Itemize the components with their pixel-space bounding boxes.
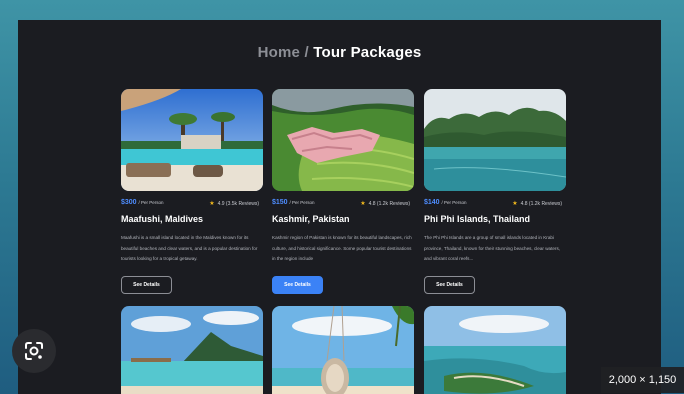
tour-photo-beach-swing [272,306,414,394]
tour-description: Kashmir region of Pakistan is known for … [272,235,412,261]
price-value: $140 [424,199,440,206]
price: $300 / Per Person [121,199,164,206]
rating-text: 4.8 (1.2k Reviews) [520,201,562,207]
tour-photo-kashmir [272,89,414,191]
tour-photo-bora-bora [121,306,263,394]
tour-name: Kashmir, Pakistan [272,214,350,224]
price-value: $300 [121,199,137,206]
image-dimensions-badge: 2,000 × 1,150 [601,367,684,393]
price-unit: / Per Person [289,200,315,205]
card-meta: $140 / Per Person ★ 4.8 (1.2k Reviews) [424,199,566,211]
tour-card-maafushi: $300 / Per Person ★ 4.9 (3.5k Reviews) Ma… [121,89,263,294]
card-meta: $300 / Per Person ★ 4.9 (3.5k Reviews) [121,199,263,211]
google-lens-icon[interactable] [12,329,56,373]
breadcrumb-home[interactable]: Home [258,44,300,61]
tour-photo-maafushi [121,89,263,191]
rating: ★ 4.8 (1.2k Reviews) [512,200,562,207]
price: $140 / Per Person [424,199,467,206]
price-unit: / Per Person [138,200,164,205]
price: $150 / Per Person [272,199,315,206]
tour-description: The Phi Phi Islands are a group of small… [424,235,561,261]
see-details-button[interactable]: See Details [424,276,475,294]
star-icon: ★ [209,201,215,207]
rating: ★ 4.9 (3.5k Reviews) [209,200,259,207]
star-icon: ★ [360,201,366,207]
breadcrumb-separator: / [304,44,309,61]
tour-name: Phi Phi Islands, Thailand [424,214,531,224]
rating: ★ 4.8 (1.2k Reviews) [360,200,410,207]
see-details-button[interactable]: See Details [121,276,172,294]
price-value: $150 [272,199,288,206]
star-icon: ★ [512,201,518,207]
page-title: Home / Tour Packages [18,44,661,61]
price-unit: / Per Person [441,200,467,205]
card-meta: $150 / Per Person ★ 4.8 (1.2k Reviews) [272,199,414,211]
tour-description: Maafushi is a small island located in th… [121,235,258,261]
tour-card-kashmir: $150 / Per Person ★ 4.8 (1.2k Reviews) Ka… [272,89,414,294]
breadcrumb-current: Tour Packages [313,44,422,61]
tour-packages-section: Home / Tour Packages $300 / Per Person ★… [18,20,661,394]
tour-photo-phi-phi [424,89,566,191]
rating-text: 4.8 (1.2k Reviews) [368,201,410,207]
tour-card-phi-phi: $140 / Per Person ★ 4.8 (1.2k Reviews) Ph… [424,89,566,294]
tour-name: Maafushi, Maldives [121,214,204,224]
see-details-button[interactable]: See Details [272,276,323,294]
tour-photo-island-resort [424,306,566,394]
rating-text: 4.9 (3.5k Reviews) [217,201,259,207]
